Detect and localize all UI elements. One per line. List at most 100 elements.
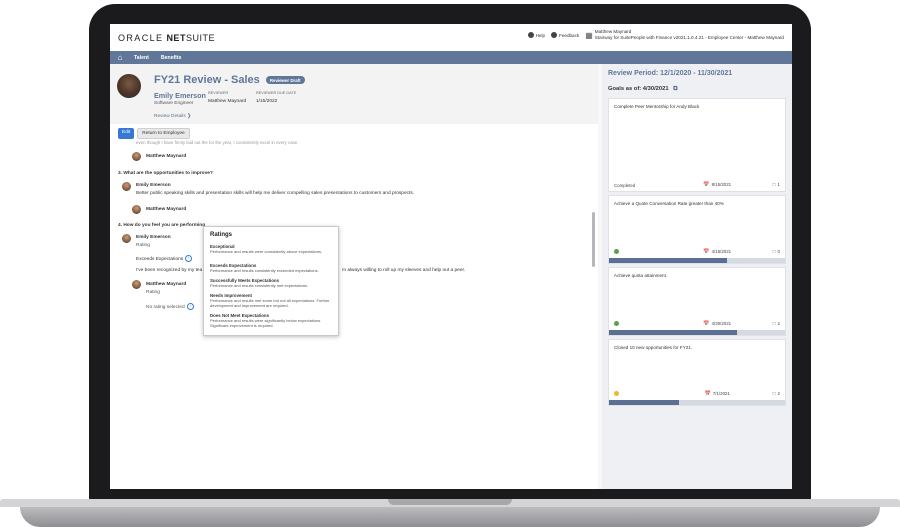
goal-date-value: 7/1/2021 — [712, 391, 730, 396]
goal-card[interactable]: Complete Peer Mentorship for Andy Black … — [608, 98, 786, 192]
info-icon[interactable]: i — [185, 255, 193, 262]
rating-label: Rating — [146, 290, 160, 295]
goal-date: 📅 4/15/2021 — [703, 249, 731, 255]
review-pane: FY21 Review - Sales Reviewer Draft Emily… — [110, 64, 598, 489]
user-menu[interactable]: ▦ Matthew Maynard Stairway for SuitePeop… — [585, 29, 784, 41]
rating-description: Performance and results were consistentl… — [210, 249, 323, 254]
goal-card[interactable]: Achieve a Quote Conversation Rate greate… — [608, 195, 786, 264]
reviewer-name: Matthew Maynard — [146, 207, 187, 212]
goal-footer: 📅 7/1/2021 □ 2 — [614, 391, 780, 397]
help-link[interactable]: Help — [527, 32, 545, 38]
screen: ORACLE NETSUITE Help Feedback ▦ Matthew … — [110, 24, 792, 489]
goal-progress-fill — [609, 258, 727, 263]
goal-comment-count: 2 — [777, 391, 780, 396]
goal-status — [614, 321, 662, 327]
action-buttons: Edit Return to Employee — [118, 128, 190, 139]
goals-panel: Review Period: 12/1/2020 - 11/30/2021 Go… — [602, 64, 792, 489]
employee-name-q4: Emily Emerson — [136, 235, 171, 240]
external-link-icon[interactable]: ⧉ — [673, 86, 677, 92]
tab-benefits[interactable]: Benefits — [155, 55, 187, 61]
rating-description: Performance and results consistently exc… — [210, 268, 319, 273]
goal-comments[interactable]: □ 0 — [773, 249, 780, 255]
goal-date-value: 8/15/2021 — [711, 182, 732, 187]
rating-description: Performance and results consistently met… — [210, 283, 309, 288]
goal-date: 📅 8/15/2021 — [703, 182, 731, 188]
goal-title: Achieve a Quote Conversation Rate greate… — [614, 201, 724, 206]
employee-rating: Exceeds Expectations i — [136, 255, 193, 262]
q3-answer: Better public speaking skills and presen… — [136, 191, 415, 196]
rating-description: Performance and results met some but not… — [210, 298, 330, 309]
home-icon[interactable]: ⌂ — [112, 53, 128, 62]
employee-name-q3: Emily Emerson — [136, 183, 171, 188]
employee-avatar — [117, 74, 141, 98]
reviewer-avatar — [132, 152, 141, 161]
laptop-base-bottom — [20, 507, 880, 527]
netsuite-wordmark: SUITE — [185, 33, 215, 43]
user-context: Stairway for SuitePeople with Finance v2… — [594, 35, 784, 40]
goal-date-value: 4/30/2021 — [711, 321, 732, 326]
question-3: 3. What are the opportunities to improve… — [118, 171, 213, 176]
goal-comments[interactable]: □ 2 — [773, 391, 780, 397]
employee-role: Software Engineer — [154, 101, 194, 106]
goal-comments[interactable]: □ 1 — [773, 182, 780, 188]
reviewer-label: REVIEWER — [208, 91, 229, 95]
goal-footer: 📅 4/30/2021 □ 2 — [614, 321, 780, 327]
comment-icon: □ — [772, 249, 776, 255]
goal-comments[interactable]: □ 2 — [773, 321, 780, 327]
goal-status: Completed — [614, 182, 636, 188]
goal-comment-count: 1 — [777, 182, 780, 187]
goal-footer: Completed 📅 8/15/2021 □ 1 — [614, 182, 780, 188]
goal-card[interactable]: Achieve quota attainment. 📅 4/30/2021 □ 2 — [608, 267, 786, 336]
status-dot-icon — [614, 391, 619, 396]
goal-date: 📅 7/1/2021 — [705, 391, 730, 397]
reviewer-rating[interactable]: No rating selected i — [146, 303, 194, 310]
due-date-value: 1/15/2022 — [256, 99, 278, 104]
employee-avatar-small — [122, 182, 131, 191]
goals-asof-label: Goals as of: 4/30/2021 — [608, 86, 669, 92]
reviewer-avatar — [132, 280, 141, 289]
oracle-wordmark: ORACLE — [118, 33, 164, 43]
main-nav: ⌂ Talent Benefits — [110, 51, 792, 64]
reviewer-avatar — [132, 205, 141, 214]
status-dot-icon — [614, 249, 619, 254]
comment-icon: □ — [772, 321, 776, 327]
role-icon: ▦ — [585, 30, 593, 40]
ratings-tooltip: Ratings Exceptional Performance and resu… — [203, 226, 339, 336]
scrollbar[interactable] — [592, 212, 595, 267]
employee-name[interactable]: Emily Emerson — [154, 91, 206, 100]
employee-avatar-small — [122, 234, 131, 243]
review-details-link[interactable]: Review Details ❯ — [154, 114, 191, 119]
q4-answer-start: I've been recognized by my tea — [136, 268, 203, 273]
goal-progress-fill — [609, 400, 680, 405]
goal-status — [614, 249, 662, 255]
goal-status — [614, 391, 662, 397]
goals-asof: Goals as of: 4/30/2021 ⧉ — [608, 86, 677, 93]
rating-label: Rating — [136, 243, 150, 248]
return-to-employee-button[interactable]: Return to Employee — [137, 128, 190, 139]
goal-progress-bar — [609, 258, 785, 263]
goal-progress-bar — [609, 330, 785, 335]
header-actions: Help Feedback ▦ Matthew Maynard Stairway… — [527, 29, 784, 41]
calendar-icon: 📅 — [704, 391, 711, 397]
tooltip-title: Ratings — [210, 232, 233, 238]
laptop-base — [0, 499, 900, 529]
page-title: FY21 Review - Sales Reviewer Draft — [154, 74, 305, 86]
app-header: ORACLE NETSUITE Help Feedback ▦ Matthew … — [110, 24, 792, 52]
goal-title: Closed 10 new opportunities for FY21. — [614, 345, 693, 350]
laptop-notch — [388, 499, 512, 505]
reviewer-rating-value: No rating selected — [146, 304, 185, 310]
due-date-label: REVIEWER DUE DATE — [256, 91, 297, 95]
tab-talent[interactable]: Talent — [128, 55, 155, 61]
review-title: FY21 Review - Sales — [154, 74, 260, 86]
edit-button[interactable]: Edit — [118, 128, 135, 139]
info-icon[interactable]: i — [186, 303, 194, 310]
goal-card[interactable]: Closed 10 new opportunities for FY21. 📅 7… — [608, 339, 786, 406]
feedback-link[interactable]: Feedback — [551, 32, 579, 38]
partial-answer-text: even though I have firmly laid out the f… — [136, 140, 299, 145]
goal-date-value: 4/15/2021 — [711, 249, 732, 254]
reviewer-name: Matthew Maynard — [146, 282, 187, 287]
goal-date: 📅 4/30/2021 — [703, 321, 731, 327]
help-icon — [527, 32, 534, 38]
goal-title: Achieve quota attainment. — [614, 273, 668, 278]
netsuite-logo[interactable]: ORACLE NETSUITE — [118, 33, 215, 43]
